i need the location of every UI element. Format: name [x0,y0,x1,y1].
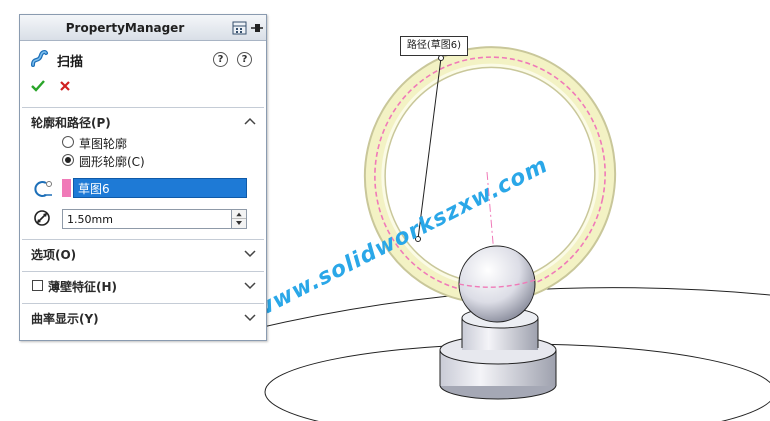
spin-up-icon[interactable] [232,210,246,219]
path-selector-icon [34,181,52,197]
path-callout-label[interactable]: 路径(草图6) [400,36,468,56]
diameter-input[interactable] [62,209,232,229]
divider [22,271,264,272]
callout-anchor-top [438,55,444,61]
diameter-spinner[interactable] [231,209,247,229]
path-color-swatch [62,179,71,197]
ball [458,245,536,323]
panel-title: PropertyManager [65,21,185,35]
panel-titlebar: PropertyManager [20,15,266,41]
property-manager-panel: PropertyManager 扫描 ? ? 轮廓和路径(P) 草图轮廓 圆形轮… [19,14,267,341]
command-header: 扫描 ? ? [20,47,266,71]
chevron-down-icon[interactable] [244,313,256,323]
section-options-title[interactable]: 选项(O) [31,246,76,263]
command-name: 扫描 [57,55,84,70]
radio-button[interactable] [62,136,74,148]
chevron-down-icon[interactable] [244,281,256,291]
section-profile-path-title[interactable]: 轮廓和路径(P) [31,114,111,131]
divider [22,107,264,108]
radio-button-selected[interactable] [62,154,74,166]
divider [22,239,264,240]
radio-label: 圆形轮廓(C) [79,155,145,169]
diameter-icon [34,210,50,226]
sweep-icon [31,49,48,67]
radio-label: 草图轮廓 [79,137,128,151]
spin-down-icon[interactable] [232,219,246,228]
help-icon[interactable]: ? [237,52,252,67]
section-thin-feature-title[interactable]: 薄壁特征(H) [48,278,117,295]
pin-icon[interactable] [231,20,265,36]
ok-check-icon[interactable] [31,79,45,93]
whats-new-help-icon[interactable]: ? [213,52,228,67]
path-selection-box[interactable]: 草图6 [73,178,247,198]
chevron-down-icon[interactable] [244,249,256,259]
thin-feature-checkbox[interactable] [32,280,43,291]
divider [22,303,264,304]
section-curvature-title[interactable]: 曲率显示(Y) [31,310,99,327]
chevron-up-icon[interactable] [244,116,256,126]
cancel-x-icon[interactable] [58,79,72,93]
